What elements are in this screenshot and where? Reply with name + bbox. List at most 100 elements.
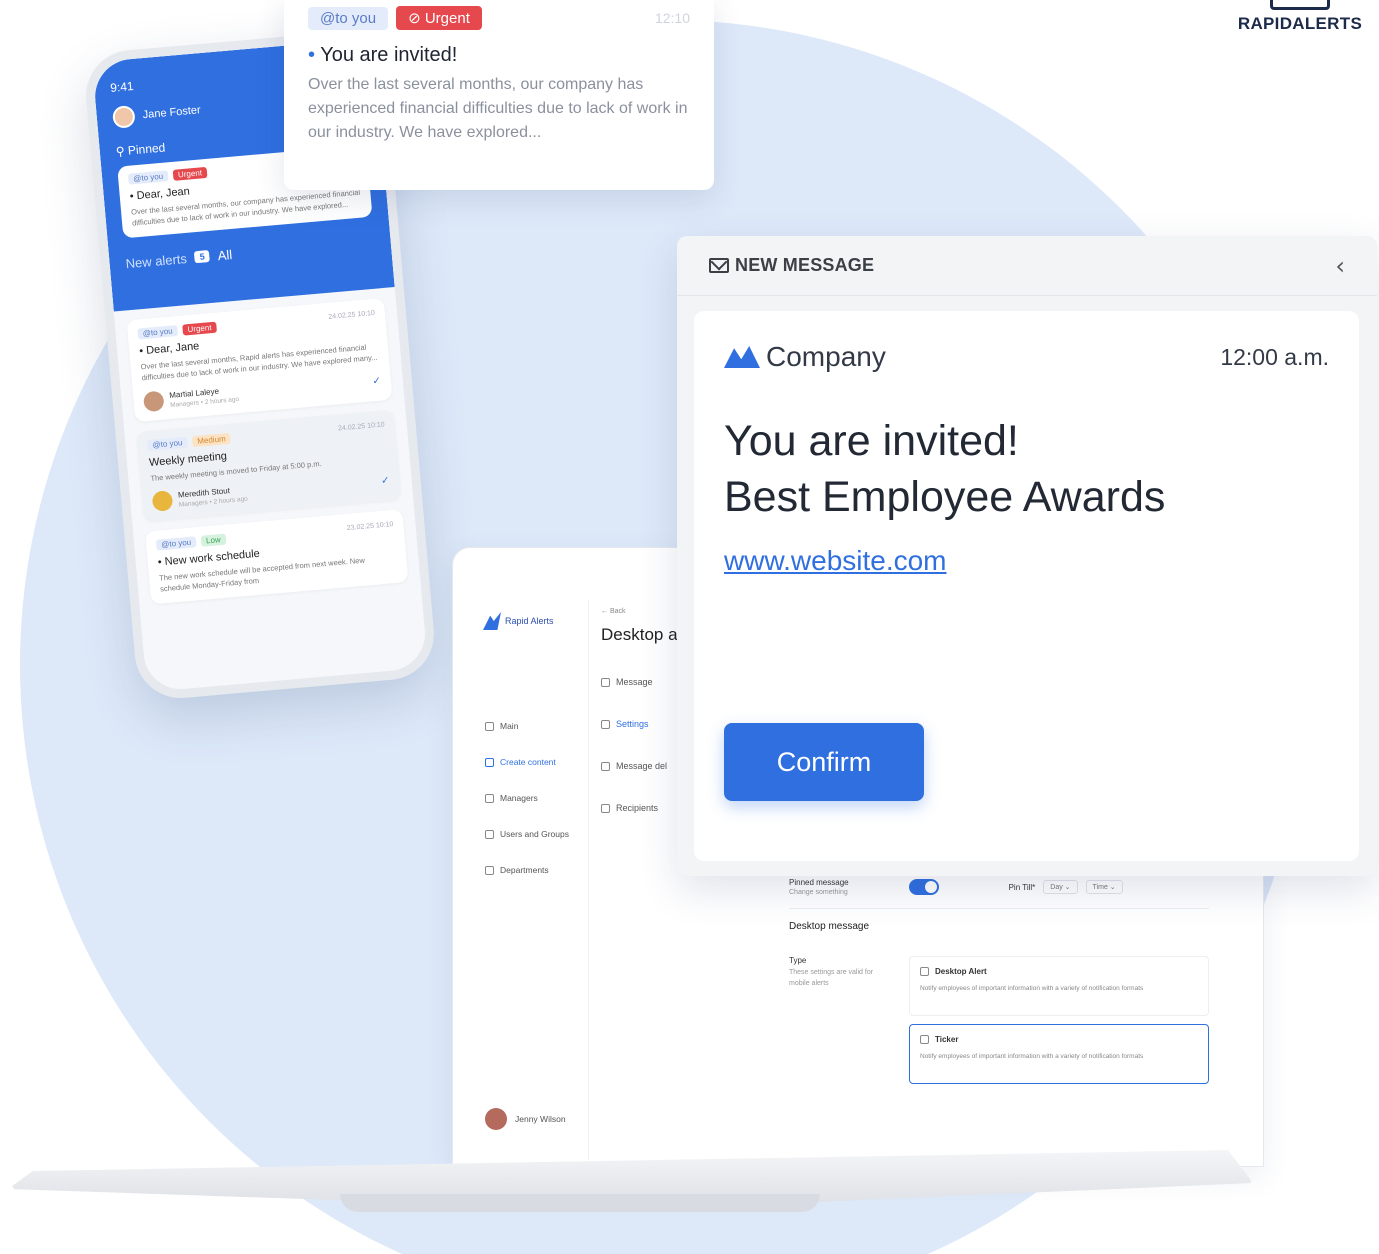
calendar-icon <box>601 761 610 771</box>
list-item[interactable]: @to you Low 23.02.25 10:10 • New work sc… <box>145 508 409 605</box>
rapid-alerts-logo-icon <box>483 612 501 630</box>
pinned-message-row: Pinned message Change something Pin Till*… <box>789 878 1209 896</box>
option-ticker[interactable]: Ticker Notify employees of important inf… <box>909 1024 1209 1084</box>
laptop-user[interactable]: Jenny Wilson <box>485 1108 566 1130</box>
tag-to-you: @to you <box>155 536 197 551</box>
option-title-text: Desktop Alert <box>935 967 987 976</box>
main-icon <box>485 721 494 731</box>
message-title-line1: You are invited! <box>724 417 1019 465</box>
notification-time: 12:10 <box>654 10 690 26</box>
notification-title: • You are invited! <box>308 44 690 67</box>
new-alerts-label: New alerts <box>124 250 188 271</box>
list-item[interactable]: @to you Medium 24.02.25 10:10 Weekly mee… <box>136 409 402 522</box>
laptop-user-name: Jenny Wilson <box>515 1114 566 1124</box>
users-icon <box>485 829 494 839</box>
new-message-title: NEW MESSAGE <box>735 255 875 275</box>
day-select[interactable]: Day ⌄ <box>1043 880 1078 894</box>
phone-user-name: Jane Foster <box>142 104 202 122</box>
type-label-text: Type <box>789 956 807 965</box>
tag-to-you: @to you <box>137 325 179 340</box>
tab-label: Recipients <box>616 803 659 813</box>
option-title: Ticker <box>920 1035 1198 1044</box>
notification-title-text: You are invited! <box>320 44 458 66</box>
sidebar-item-main[interactable]: Main <box>485 708 588 744</box>
building-icon <box>485 865 494 875</box>
notification-body: Over the last several months, our compan… <box>308 76 688 141</box>
sidebar-item-label: Create content <box>500 757 556 767</box>
website-link[interactable]: www.website.com <box>724 545 947 577</box>
brand-logo: RAPIDALERTS <box>1235 0 1365 34</box>
sidebar-item-users-groups[interactable]: Users and Groups <box>485 816 588 852</box>
laptop-logo-text: Rapid Alerts <box>505 616 554 626</box>
alert-date: 24.02.25 10:10 <box>328 309 376 321</box>
time-select[interactable]: Time ⌄ <box>1085 880 1123 894</box>
tag-to-you: @to you <box>147 436 188 451</box>
sidebar-item-label: Main <box>500 721 519 731</box>
message-time: 12:00 a.m. <box>1220 343 1329 370</box>
settings-icon <box>601 719 610 729</box>
alert-date: 23.02.25 10:10 <box>346 520 394 532</box>
tag-low: Low <box>200 533 227 547</box>
company-logo-icon <box>724 346 760 368</box>
pin-till-label: Pin Till* <box>1008 882 1036 892</box>
type-options: Desktop Alert Notify employees of import… <box>909 956 1209 1092</box>
avatar <box>111 105 136 129</box>
list-item[interactable]: @to you Urgent 24.02.25 10:10 • Dear, Ja… <box>126 297 393 422</box>
tab-label: Settings <box>616 719 649 729</box>
avatar <box>142 390 165 412</box>
tag-medium: Medium <box>191 432 232 447</box>
laptop-logo[interactable]: Rapid Alerts <box>483 612 588 630</box>
tag-urgent: Urgent <box>172 166 208 181</box>
day-select-value: Day <box>1050 884 1063 891</box>
sidebar-item-departments[interactable]: Departments <box>485 852 588 888</box>
tag-urgent: ⊘ Urgent <box>396 6 482 30</box>
all-tab[interactable]: All <box>217 247 233 263</box>
sidebar-item-managers[interactable]: Managers <box>485 780 588 816</box>
sidebar-item-create-content[interactable]: Create content <box>485 744 588 780</box>
new-alerts-bar: New alerts 5 All <box>125 234 375 271</box>
tag-urgent: Urgent <box>182 321 217 336</box>
bullet-icon: • <box>308 44 316 66</box>
pinned-title-text: Dear, Jean <box>136 185 191 203</box>
brand-name: RAPIDALERTS <box>1237 14 1363 33</box>
option-title-text: Ticker <box>935 1035 959 1044</box>
pinned-toggle[interactable] <box>908 879 939 895</box>
new-message-panel: NEW MESSAGE ‹ Company 12:00 a.m. You are… <box>677 236 1377 876</box>
message-card: Company 12:00 a.m. You are invited! Best… <box>694 311 1359 861</box>
option-desc: Notify employees of important informatio… <box>920 985 1144 992</box>
avatar <box>151 489 174 512</box>
check-icon: ✓ <box>380 475 391 488</box>
message-icon <box>601 677 610 687</box>
ticker-icon <box>920 1035 929 1044</box>
chevron-left-icon[interactable]: ‹ <box>1335 252 1345 280</box>
time-select-value: Time <box>1092 884 1108 891</box>
pencil-icon <box>485 757 494 767</box>
pinned-message-label: Pinned message <box>789 878 849 887</box>
alert-list: @to you Urgent 24.02.25 10:10 • Dear, Ja… <box>114 287 422 626</box>
type-label: Type These settings are valid for mobile… <box>789 956 879 1092</box>
option-desktop-alert[interactable]: Desktop Alert Notify employees of import… <box>909 956 1209 1016</box>
pinned-message-hint: Change something <box>789 889 848 896</box>
divider <box>789 908 1209 909</box>
tag-to-you: @to you <box>127 170 169 185</box>
type-note: These settings are valid for mobile aler… <box>789 969 874 988</box>
tab-label: Message del <box>616 761 668 771</box>
laptop-notch <box>340 1194 820 1212</box>
option-title: Desktop Alert <box>920 967 1198 976</box>
section-title: Desktop message <box>789 921 870 932</box>
desktop-alert-icon <box>920 967 929 976</box>
confirm-button[interactable]: Confirm <box>724 723 924 801</box>
sidebar-item-label: Managers <box>500 793 538 803</box>
new-message-header: NEW MESSAGE ‹ <box>677 236 1377 296</box>
laptop-settings-form: Pinned message Change something Pin Till*… <box>789 878 1209 1092</box>
check-icon: ✓ <box>372 375 382 388</box>
message-title-line2: Best Employee Awards <box>724 473 1166 521</box>
alert-date: 24.02.25 10:10 <box>337 420 385 432</box>
star-icon <box>485 793 494 803</box>
pinned-label-text: Pinned <box>127 140 166 158</box>
brand-mark-icon <box>1270 0 1330 10</box>
envelope-icon <box>709 258 729 273</box>
company-name: Company <box>766 341 886 372</box>
type-row: Type These settings are valid for mobile… <box>789 956 1209 1092</box>
notification-card[interactable]: @to you ⊘ Urgent 12:10 • You are invited… <box>284 0 714 190</box>
